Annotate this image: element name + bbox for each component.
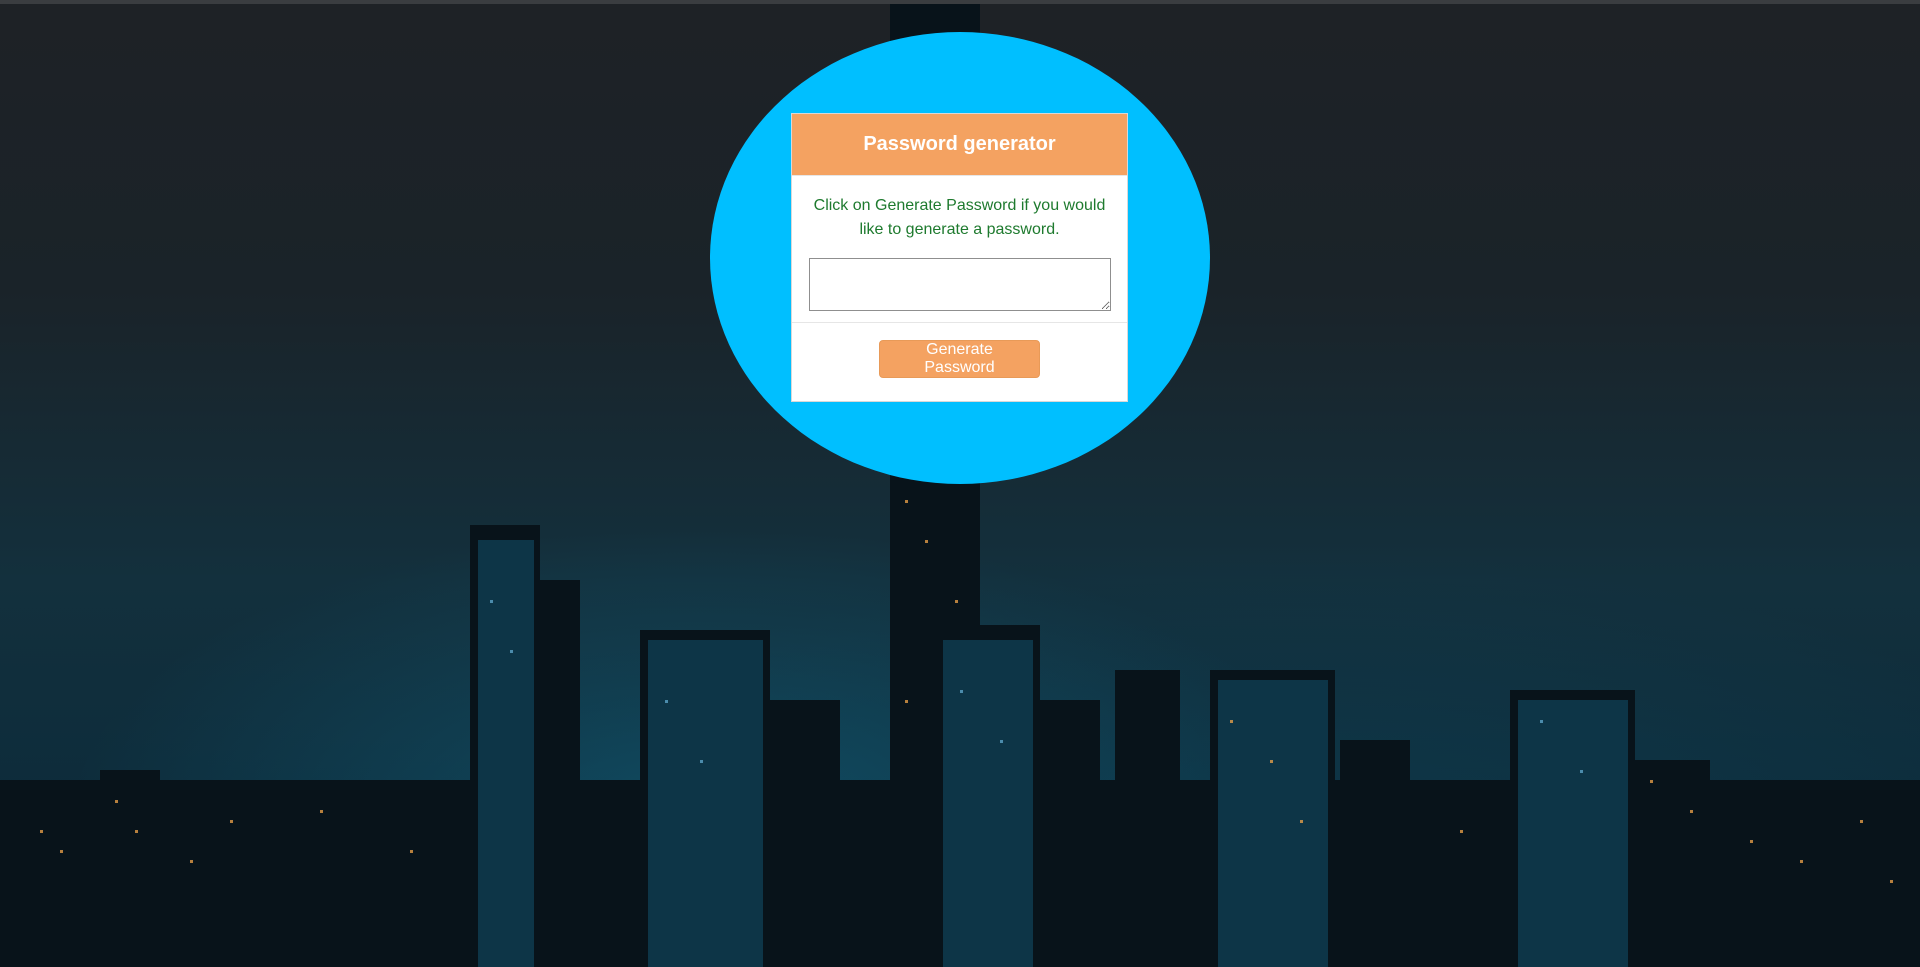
password-generator-card: Password generator Click on Generate Pas…	[791, 113, 1128, 402]
card-title: Password generator	[863, 133, 1056, 155]
card-body: Click on Generate Password if you would …	[792, 176, 1127, 323]
card-description: Click on Generate Password if you would …	[813, 197, 1106, 238]
card-header: Password generator	[792, 114, 1127, 176]
generate-password-button[interactable]: Generate Password	[879, 340, 1040, 378]
password-output-textarea[interactable]	[808, 258, 1111, 311]
card-footer: Generate Password	[792, 323, 1127, 378]
browser-top-strip	[0, 0, 1920, 4]
